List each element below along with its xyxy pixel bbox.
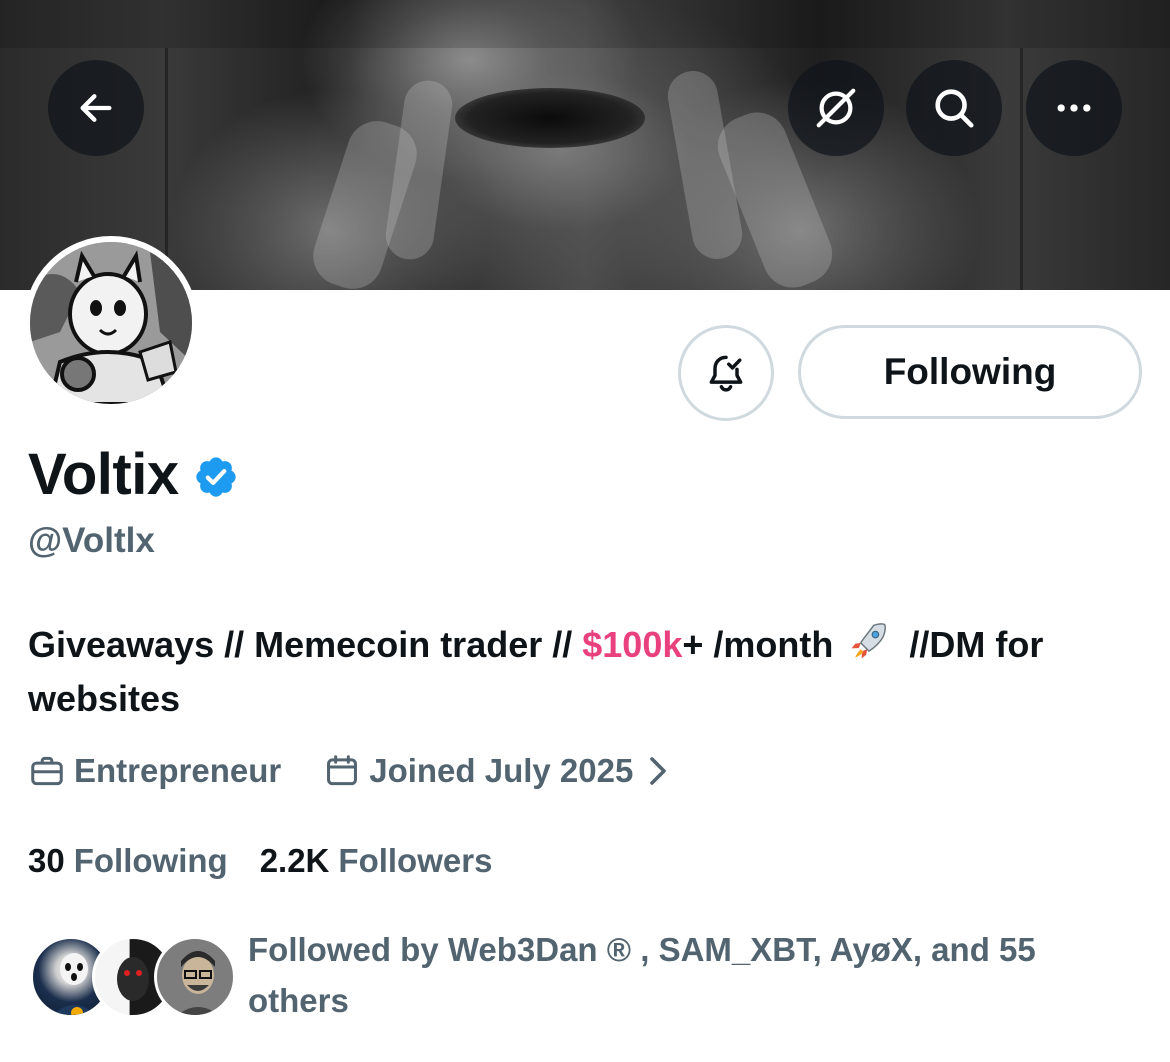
bio-text-1: Giveaways // Memecoin trader // (28, 624, 583, 665)
cartoon-character-icon (30, 242, 192, 404)
bell-check-icon (709, 355, 743, 392)
grok-button[interactable] (788, 60, 884, 156)
calendar-icon (327, 755, 358, 786)
followers-label: Followers (338, 842, 493, 879)
profile-meta: Entrepreneur Joined July 2025 (28, 752, 677, 790)
followed-by-section[interactable]: Followed by Web3Dan ® , SAM_XBT, AyøX, a… (30, 924, 1036, 1019)
followers-count: 2.2K (259, 842, 330, 879)
search-icon (935, 89, 974, 128)
avatar (154, 936, 236, 1018)
profile-avatar[interactable] (24, 236, 198, 410)
profession-item: Entrepreneur (28, 752, 281, 790)
followers-count-link[interactable]: 2.2K Followers (260, 842, 493, 880)
search-button[interactable] (906, 60, 1002, 156)
notifications-button[interactable] (678, 325, 774, 421)
display-name: Voltix (28, 442, 179, 507)
following-button-label: Following (883, 351, 1057, 392)
joined-item[interactable]: Joined July 2025 (323, 752, 677, 790)
back-button[interactable] (48, 60, 144, 156)
display-name-row: Voltix (28, 440, 239, 510)
profile-bio: Giveaways // Memecoin trader // $100k+ /… (28, 618, 1148, 726)
grok-icon (816, 88, 856, 128)
verified-badge-icon[interactable] (193, 454, 239, 500)
avatar-image (30, 242, 192, 404)
more-options-button[interactable] (1026, 60, 1122, 156)
arrow-left-icon (80, 94, 112, 122)
follow-stats: 30 Following 2.2K Followers (28, 842, 492, 880)
bio-money-link[interactable]: $100k (582, 624, 682, 665)
followers-you-know-avatars (30, 924, 236, 1018)
chevron-right-icon (650, 757, 667, 785)
profile-banner (0, 0, 1170, 290)
joined-text: Joined July 2025 (369, 752, 634, 789)
briefcase-icon (31, 756, 63, 786)
following-label: Following (73, 842, 228, 879)
rocket-emoji-icon (851, 623, 887, 659)
followed-by-text: Followed by Web3Dan ® , SAM_XBT, AyøX, a… (248, 931, 1036, 1019)
following-button[interactable]: Following (798, 325, 1142, 419)
following-count: 30 (28, 842, 65, 879)
following-count-link[interactable]: 30 Following (28, 842, 228, 880)
profession-text: Entrepreneur (74, 752, 282, 789)
more-horizontal-icon (1057, 104, 1091, 112)
profile-handle: @Voltlx (28, 521, 155, 560)
bio-text-2: + /month (682, 624, 844, 665)
